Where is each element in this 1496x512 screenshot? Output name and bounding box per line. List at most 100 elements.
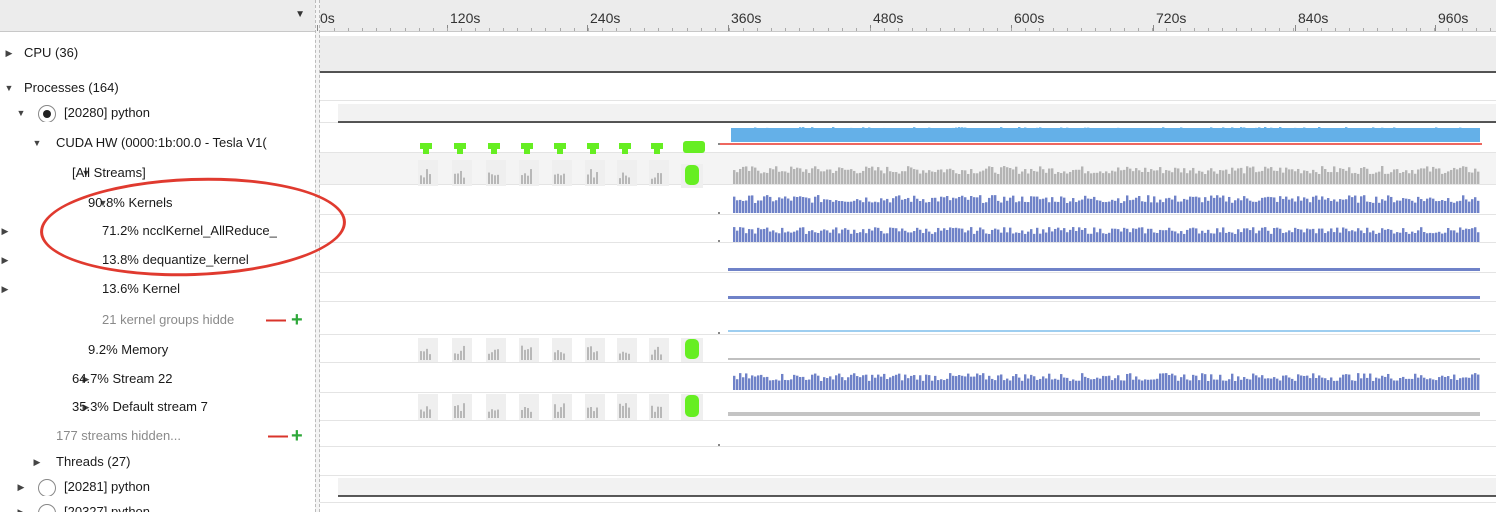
stream-22-bar [862,375,865,390]
all-streams-bar [1252,166,1255,184]
kernels-bar [823,199,826,213]
kernels-bar [778,197,781,213]
kernels-bar [940,196,943,213]
tree-row-64-7-stream-22[interactable]: ▶ 64.7% Stream 22 [0,370,315,388]
kernels-bar [1216,195,1219,213]
tree-row-90-8-kernels[interactable]: ▼ 90.8% Kernels [0,194,315,212]
cuda-hw-peak [1255,127,1258,132]
tree-row-21-kernel-groups-hidde[interactable]: 21 kernel groups hidde — + [0,311,315,329]
triangle-right-icon[interactable]: ▶ [16,503,26,512]
ruler-minor-tick [390,28,391,31]
triangle-right-icon[interactable]: ▶ [0,251,10,269]
ruler-minor-tick [884,28,885,31]
all-streams-bar [973,173,976,184]
dropdown-triangle-icon[interactable]: ▼ [295,9,305,20]
stream-22-bar [907,378,910,390]
burst-bar [563,173,565,184]
stream-22-bar [1219,374,1222,390]
tree-row-9-2-memory[interactable]: 9.2% Memory [0,341,315,359]
cuda-hw-peak [919,129,922,132]
all-streams-bar [781,171,784,184]
tree-row-all-streams[interactable]: ▼ [All Streams] [0,164,315,182]
all-streams-bar [1339,168,1342,184]
burst-bar [497,174,499,184]
all-streams-bar [835,170,838,184]
radio-empty-icon[interactable] [38,504,56,512]
collapse-hidden-minus-icon[interactable]: — [268,427,288,445]
cuda-hw-peak [1303,127,1306,132]
nccl-bar [925,228,928,242]
tree-row-20280-python[interactable]: ▼ [20280] python [0,104,315,122]
tree-row-35-3-default-stream-7[interactable]: ▶ 35.3% Default stream 7 [0,398,315,416]
triangle-right-icon[interactable]: ▶ [16,478,26,496]
tree-row-threads-27[interactable]: ▶ Threads (27) [0,453,315,471]
burst-bar [622,172,624,184]
nccl-bar [1186,229,1189,242]
cuda-hw-peak [1333,130,1336,132]
kernels-bar [907,197,910,213]
all-streams-bar [1144,167,1147,184]
nccl-bar [1465,228,1468,242]
radio-selected-icon[interactable] [38,105,56,122]
nccl-bar [772,230,775,242]
timeline-chart[interactable] [320,32,1496,512]
ruler-minor-tick [1434,28,1435,31]
all-streams-bar [1414,173,1417,184]
memcpy-blob [685,339,699,359]
timeline-row-band [320,420,1496,446]
stream-22-bar [898,373,901,390]
tree-row-label: 13.8% dequantize_kernel [102,252,249,267]
cuda-hw-peak [1477,128,1480,132]
tree-row-20281-python[interactable]: ▶ [20281] python [0,478,315,496]
collapse-hidden-minus-icon[interactable]: — [266,311,286,329]
radio-empty-icon[interactable] [38,479,56,496]
cuda-hw-peak [1231,127,1234,132]
show-hidden-plus-icon[interactable]: + [291,427,303,445]
tree-row-13-8-dequantize-kernel[interactable]: ▶ 13.8% dequantize_kernel [0,251,315,269]
all-streams-bar [751,166,754,184]
stream-22-bar [859,377,862,390]
cuda-hw-peak [826,129,829,132]
triangle-down-icon[interactable]: ▼ [32,134,42,152]
triangle-right-icon[interactable]: ▶ [0,222,10,240]
nccl-bar [988,233,991,242]
nccl-bar [1447,228,1450,242]
stream-22-bar [940,379,943,390]
tree-row-cpu-36[interactable]: ▶ CPU (36) [0,44,315,62]
nccl-bar [751,229,754,242]
triangle-down-icon[interactable]: ▼ [4,79,14,97]
tree-row-cuda-hw-0000-1b-00-0-tesla-v1[interactable]: ▼ CUDA HW (0000:1b:00.0 - Tesla V1( [0,134,315,152]
tree-row-71-2-ncclkernel-allreduce[interactable]: ▶ 71.2% ncclKernel_AllReduce_ [0,222,315,240]
nccl-bar [853,229,856,242]
stream-22-bar [847,377,850,390]
ruler-minor-tick [729,28,730,31]
nccl-bar [1471,228,1474,242]
kernels-bar [1342,199,1345,213]
burst-bar [660,354,662,360]
tree-row-20327-python[interactable]: ▶ [20327] python [0,503,315,512]
nccl-bar [979,227,982,242]
kernels-bar [1150,202,1153,213]
stream-22-bar [1210,374,1213,390]
stream-22-bar [1081,373,1084,390]
time-ruler[interactable]: 0s 120s 240s 360s 480s 600s 720s 840s 960s [317,0,1496,32]
tree-row-13-6-kernel[interactable]: ▶ 13.6% Kernel [0,280,315,298]
nccl-bar [1390,229,1393,242]
cuda-hw-peak [733,129,736,132]
tree-row-177-streams-hidden[interactable]: 177 streams hidden... — + [0,427,315,445]
ruler-minor-tick [926,28,927,31]
triangle-down-icon[interactable]: ▼ [16,104,26,122]
stream-22-bar [1018,377,1021,390]
triangle-right-icon[interactable]: ▶ [32,453,42,471]
all-streams-bar [1360,168,1363,184]
tree-row-processes-164[interactable]: ▼ Processes (164) [0,79,315,97]
nccl-bar [907,232,910,242]
triangle-right-icon[interactable]: ▶ [4,44,14,62]
ruler-minor-tick [1392,28,1393,31]
triangle-right-icon[interactable]: ▶ [0,280,10,298]
activity-tick [718,444,720,446]
show-hidden-plus-icon[interactable]: + [291,311,303,329]
all-streams-bar [1240,167,1243,184]
nccl-bar [1285,232,1288,242]
all-streams-bar [916,169,919,184]
